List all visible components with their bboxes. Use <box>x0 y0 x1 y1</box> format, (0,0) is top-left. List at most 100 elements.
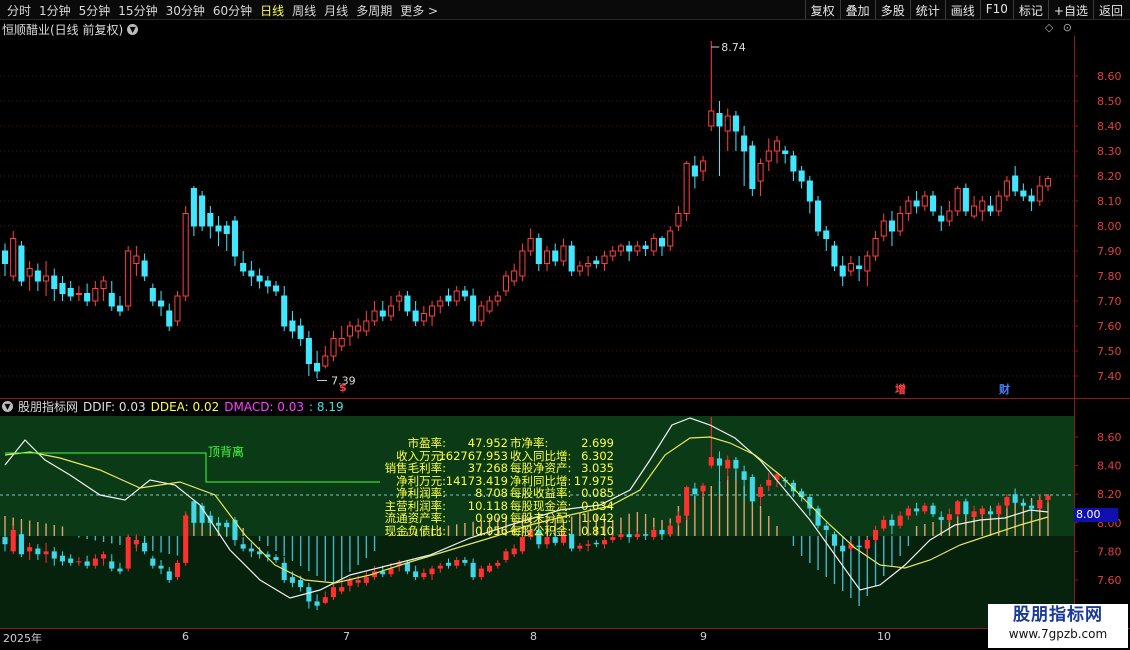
candle-body <box>790 155 797 172</box>
candle-body <box>281 295 288 327</box>
ind-candle-body <box>905 508 911 516</box>
candle-body <box>897 213 904 232</box>
ind-candle-body <box>675 515 681 523</box>
y-tick: 7.80 <box>1097 545 1122 558</box>
candle-body <box>26 268 33 277</box>
candle-body <box>626 245 633 252</box>
ind-candle-body <box>76 561 82 563</box>
candle-body <box>387 305 395 317</box>
ind-candle-body <box>914 508 920 512</box>
ind-candle-body <box>363 577 369 583</box>
marker-cai[interactable]: 财 <box>999 381 1010 397</box>
ind-candle-body <box>35 548 41 555</box>
chevron-down-icon[interactable]: ▼ <box>2 401 13 412</box>
ind-candle-body <box>643 534 649 536</box>
ind-candle-body <box>462 559 468 563</box>
candle-body <box>757 163 764 182</box>
fund-value: 0.085 <box>581 486 614 500</box>
ind-candle-body <box>133 539 139 545</box>
ind-candle-body <box>355 580 361 583</box>
ind-candle-body <box>429 568 435 575</box>
candle-body <box>749 145 756 189</box>
ind-candle-body <box>470 562 476 578</box>
ind-candle-body <box>306 587 312 602</box>
candle-body <box>215 225 222 232</box>
y-tick: 7.60 <box>1097 320 1122 333</box>
ind-candle-body <box>388 568 394 575</box>
candle-body <box>798 170 805 182</box>
ind-candle-body <box>215 522 222 526</box>
candle-body <box>675 213 682 227</box>
candle-body <box>995 195 1002 212</box>
candle-body <box>708 110 715 127</box>
ind-candle-body <box>511 548 517 555</box>
fund-value: 47.952 <box>467 436 508 450</box>
ind-candle-body <box>544 537 550 545</box>
candle-body <box>552 250 559 262</box>
candle-body <box>1012 175 1019 192</box>
y-tick: 8.60 <box>1097 70 1122 83</box>
candle-body <box>962 188 969 212</box>
ind-candle-body <box>593 542 599 545</box>
ind-candle-body <box>445 562 452 566</box>
candle-body <box>207 213 214 227</box>
ind-candle-body <box>437 565 443 569</box>
candle-body <box>815 200 822 232</box>
ind-candle-body <box>183 515 189 563</box>
ind-candle-body <box>725 459 731 469</box>
ind-candle-body <box>478 568 484 578</box>
ind-candle-body <box>831 534 838 546</box>
indicator-title: ▼ 股朋指标网 DDIF: 0.03 DDEA: 0.02 DMACD: 0.0… <box>2 398 344 415</box>
candle-body <box>839 265 846 277</box>
ind-candle-body <box>1004 497 1010 506</box>
candle-body <box>724 115 731 132</box>
ind-candle-body <box>166 571 172 580</box>
candle-body <box>486 300 493 312</box>
marker-dollar[interactable]: $ <box>339 381 347 394</box>
candle-body <box>223 225 230 234</box>
ind-candle-body <box>1045 495 1051 500</box>
marker-zeng[interactable]: 增 <box>895 381 906 397</box>
x-label: 9 <box>700 630 707 643</box>
ind-candle-body <box>823 525 829 530</box>
y-tick: 8.10 <box>1097 195 1122 208</box>
ind-candle-body <box>281 562 287 580</box>
ddea-value: DDEA: 0.02 <box>150 399 220 414</box>
y-axis-line <box>1074 36 1075 631</box>
ind-candle-body <box>1029 505 1035 509</box>
ind-candle-body <box>232 519 238 540</box>
candle-body <box>182 213 189 297</box>
candle-body <box>116 305 124 312</box>
candle-body <box>248 270 255 277</box>
ind-candle-body <box>224 522 230 528</box>
candle-body <box>272 285 280 292</box>
ind-candle-body <box>495 562 501 566</box>
fund-value: 0.056 <box>475 523 508 538</box>
candle-body <box>593 260 600 264</box>
candle-body <box>905 200 912 214</box>
candle-body <box>527 238 534 252</box>
candle-body <box>190 188 197 227</box>
ind-candle-body <box>634 534 640 538</box>
ind-candle-body <box>27 547 33 552</box>
candle-body <box>773 140 781 152</box>
kline-chart[interactable]: 8.60 8.50 8.40 8.30 8.20 8.10 8.00 7.90 7.80 7.70… <box>0 0 1130 650</box>
watermark-title: 股朋指标网 <box>1013 605 1103 625</box>
y-tick: 8.20 <box>1097 170 1122 183</box>
ind-candle-body <box>601 539 608 545</box>
candle-body <box>166 310 173 327</box>
y-tick: 8.20 <box>1097 488 1122 501</box>
ind-candle-body <box>339 587 345 592</box>
ind-candle-body <box>872 529 879 540</box>
candle-body <box>987 205 994 212</box>
ind-candle-body <box>84 561 90 566</box>
candle-body <box>823 230 830 239</box>
candle-body <box>864 255 871 272</box>
high-label: 8.74 <box>721 41 746 54</box>
ind-candle-body <box>248 548 254 552</box>
x-label: 7 <box>343 630 350 643</box>
ind-candle-body <box>68 558 74 563</box>
ind-candle-body <box>741 471 747 480</box>
watermark: 股朋指标网 www.7gpzb.com <box>988 604 1128 648</box>
candle-body <box>954 188 961 212</box>
